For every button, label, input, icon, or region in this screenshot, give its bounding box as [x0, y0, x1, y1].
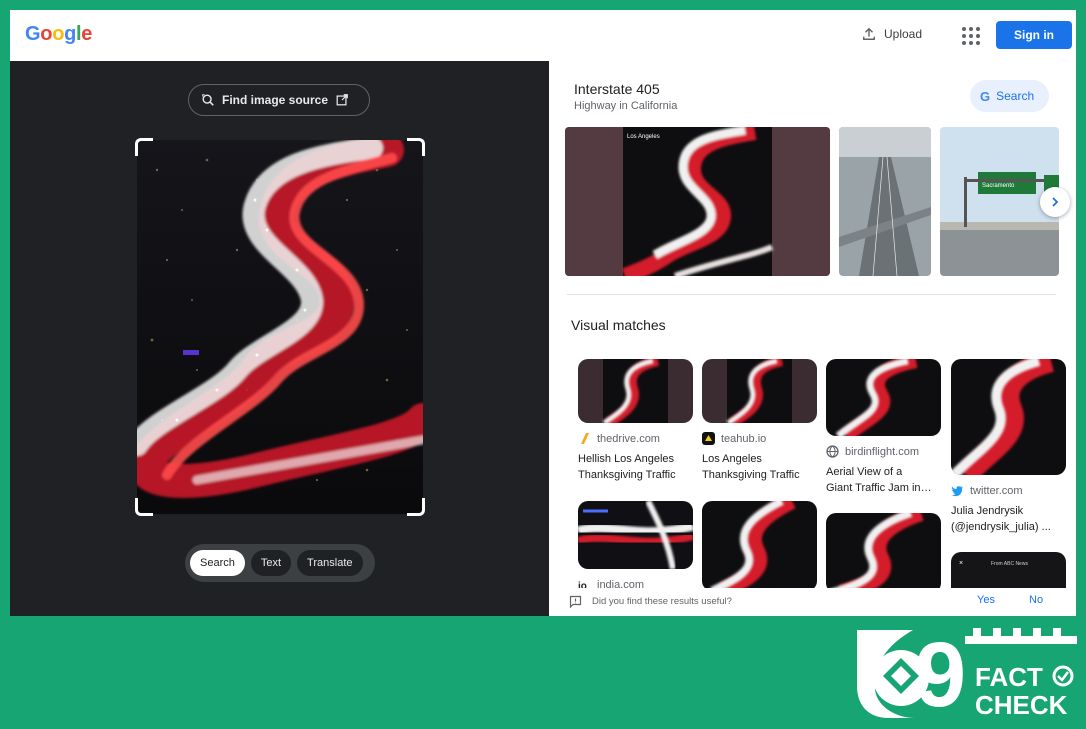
match-source: teahub.io [702, 432, 817, 445]
lens-image-panel: Find image source Search Text Translate [10, 61, 549, 616]
find-image-source-button[interactable]: Find image source [188, 84, 370, 116]
crop-handle-top-left[interactable] [135, 138, 153, 156]
video-overlay-text: From ABC News [991, 561, 1028, 567]
google-logo[interactable]: Google [25, 23, 92, 46]
crop-selection[interactable] [135, 138, 425, 516]
upload-button[interactable]: Upload [862, 27, 922, 41]
mode-translate-button[interactable]: Translate [297, 550, 363, 576]
lens-search-icon [202, 94, 214, 106]
crop-handle-bottom-right[interactable] [407, 498, 425, 516]
entity-image-strip: Los Angeles Sacramento [565, 127, 1059, 276]
entity-title[interactable]: Interstate 405 [574, 81, 660, 97]
match-thumbnail [951, 359, 1066, 475]
thedrive-icon [581, 433, 589, 444]
match-title: Hellish Los Angeles Thanksgiving Traffic [578, 453, 676, 481]
freeway-sign-text: Sacramento [982, 183, 1015, 189]
section-divider [567, 294, 1056, 295]
globe-icon [826, 445, 839, 458]
feedback-bar: Did you find these results useful? Yes N… [549, 588, 1076, 616]
visual-match-card[interactable] [826, 513, 941, 593]
match-source: twitter.com [951, 484, 1066, 497]
top-bar: Google Upload Sign in [10, 10, 1076, 61]
svg-text:×: × [959, 560, 963, 567]
browser-frame: Google Upload Sign in Find image source [10, 10, 1076, 616]
match-thumbnail [578, 501, 693, 569]
match-thumbnail [702, 501, 817, 591]
mode-search-button[interactable]: Search [190, 550, 245, 576]
badge-number: 9 [915, 626, 966, 720]
upload-icon [863, 27, 875, 40]
entity-image-traffic[interactable]: Los Angeles [565, 127, 830, 276]
visual-match-card[interactable] [702, 501, 817, 591]
carousel-next-button[interactable] [1040, 187, 1070, 217]
entity-subtitle: Highway in California [574, 100, 678, 112]
image-watermark-text: Los Angeles [627, 134, 660, 140]
visual-match-card[interactable]: io india.com [578, 501, 693, 591]
feedback-icon [569, 595, 582, 608]
match-thumbnail [578, 359, 693, 423]
lens-mode-switcher: Search Text Translate [185, 544, 375, 582]
fact-check-badge: 9 FACT CHECK [855, 624, 1077, 726]
feedback-question: Did you find these results useful? [592, 596, 732, 607]
visual-match-card[interactable]: teahub.io Los Angeles Thanksgiving Traff… [702, 359, 817, 483]
match-thumbnail [702, 359, 817, 423]
match-title: Julia Jendrysik (@jendrysik_julia) ... [951, 505, 1051, 533]
chevron-right-icon [1052, 197, 1059, 207]
feedback-yes-button[interactable]: Yes [977, 594, 995, 606]
visual-match-card[interactable]: birdinflight.com Aerial View of a Giant T… [826, 359, 941, 496]
match-source: birdinflight.com [826, 445, 941, 458]
entity-image-aerial[interactable] [839, 127, 931, 276]
upload-label: Upload [884, 27, 923, 41]
twitter-icon [951, 486, 963, 497]
sign-in-button[interactable]: Sign in [996, 21, 1072, 49]
open-in-new-icon [336, 94, 348, 106]
match-title: Los Angeles Thanksgiving Traffic [702, 453, 800, 481]
match-thumbnail [826, 513, 941, 593]
find-image-source-label: Find image source [222, 93, 329, 107]
uploaded-traffic-image [137, 140, 423, 514]
badge-fact-text: FACT [975, 662, 1043, 692]
match-thumbnail [826, 359, 941, 436]
crop-handle-top-right[interactable] [407, 138, 425, 156]
entity-search-label: Search [996, 89, 1035, 103]
crop-handle-bottom-left[interactable] [135, 498, 153, 516]
visual-matches-heading: Visual matches [571, 317, 666, 333]
teahub-icon [702, 432, 715, 445]
match-source: thedrive.com [578, 432, 693, 445]
visual-match-card[interactable]: twitter.com Julia Jendrysik (@jendrysik_j… [951, 359, 1066, 535]
entity-search-button[interactable]: G Search [970, 80, 1049, 112]
google-g-icon: G [980, 88, 991, 104]
apps-grid-icon[interactable] [962, 27, 980, 45]
visual-match-card[interactable]: thedrive.com Hellish Los Angeles Thanksg… [578, 359, 693, 483]
feedback-no-button[interactable]: No [1029, 594, 1043, 606]
match-title: Aerial View of a Giant Traffic Jam in… [826, 466, 932, 494]
mode-text-button[interactable]: Text [250, 550, 292, 576]
results-panel: Interstate 405 Highway in California G S… [549, 61, 1076, 616]
badge-check-text: CHECK [975, 690, 1068, 720]
